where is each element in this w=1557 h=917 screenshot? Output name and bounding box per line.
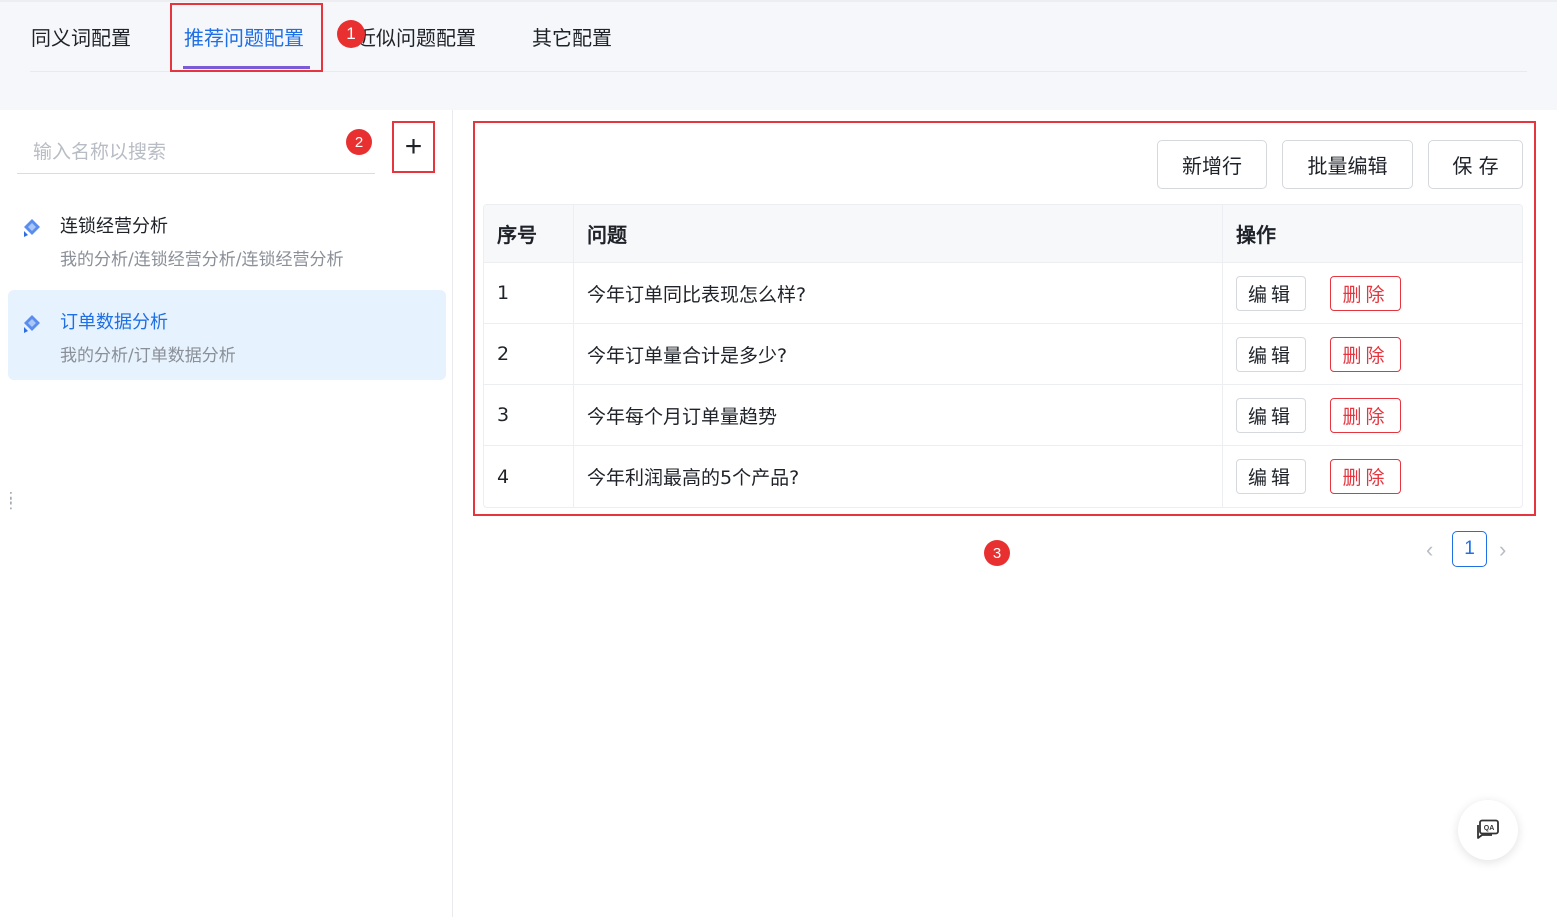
save-button[interactable]: 保 存 — [1428, 140, 1523, 189]
row-index: 2 — [484, 324, 574, 384]
list-item-selected[interactable]: 订单数据分析 我的分析/订单数据分析 — [8, 290, 446, 380]
qa-chat-icon: QA — [1477, 819, 1499, 839]
row-index: 4 — [484, 446, 574, 507]
question-table: 序号 问题 操作 1 今年订单同比表现怎么样? 编辑 删除 2 今年订单量合计是… — [483, 204, 1523, 508]
delete-button[interactable]: 删除 — [1330, 398, 1401, 433]
row-question: 今年利润最高的5个产品? — [574, 446, 1223, 507]
sidebar: + 连锁经营分析 我的分析/连锁经营分析/连锁经营分析 订单数据分析 我的分析/… — [2, 110, 453, 917]
delete-button[interactable]: 删除 — [1330, 459, 1401, 494]
search-input[interactable] — [17, 130, 375, 173]
diamond-chart-icon — [24, 315, 40, 333]
row-actions: 编辑 删除 — [1223, 385, 1522, 445]
add-button[interactable]: + — [392, 121, 435, 173]
list-item-title: 订单数据分析 — [60, 312, 168, 333]
list-item[interactable]: 连锁经营分析 我的分析/连锁经营分析/连锁经营分析 — [8, 194, 446, 284]
annotation-badge-2: 2 — [346, 129, 372, 155]
svg-text:QA: QA — [1484, 825, 1495, 832]
tab-synonym-config[interactable]: 同义词配置 — [31, 22, 131, 51]
delete-button[interactable]: 删除 — [1330, 276, 1401, 311]
row-question: 今年订单量合计是多少? — [574, 324, 1223, 384]
row-index: 1 — [484, 263, 574, 323]
tab-similar-question-config[interactable]: 近似问题配置 — [356, 22, 476, 51]
tab-other-config[interactable]: 其它配置 — [532, 22, 612, 51]
resize-handle-icon[interactable]: ⋮ ⋮ — [4, 491, 18, 511]
header-index: 序号 — [484, 205, 574, 262]
row-question: 今年每个月订单量趋势 — [574, 385, 1223, 445]
table-row: 4 今年利润最高的5个产品? 编辑 删除 — [484, 446, 1522, 507]
diamond-chart-icon — [24, 219, 40, 237]
annotation-badge-1: 1 — [337, 20, 365, 48]
header-question: 问题 — [574, 205, 1223, 262]
page-number-button[interactable]: 1 — [1452, 531, 1487, 567]
list-item-title: 连锁经营分析 — [60, 216, 168, 237]
edit-button[interactable]: 编辑 — [1236, 337, 1306, 372]
list-item-path: 我的分析/订单数据分析 — [60, 346, 236, 366]
header-actions: 操作 — [1236, 223, 1276, 247]
table-row: 1 今年订单同比表现怎么样? 编辑 删除 — [484, 263, 1522, 324]
row-index: 3 — [484, 385, 574, 445]
next-page-icon[interactable]: › — [1499, 537, 1506, 563]
row-actions: 编辑 删除 — [1223, 263, 1522, 323]
edit-button[interactable]: 编辑 — [1236, 459, 1306, 494]
row-question: 今年订单同比表现怎么样? — [574, 263, 1223, 323]
add-row-button[interactable]: 新增行 — [1157, 140, 1267, 189]
annotation-box-1 — [170, 3, 323, 72]
table-row: 2 今年订单量合计是多少? 编辑 删除 — [484, 324, 1522, 385]
qa-chat-button[interactable]: QA — [1458, 800, 1518, 860]
prev-page-icon[interactable]: ‹ — [1426, 537, 1433, 563]
delete-button[interactable]: 删除 — [1330, 337, 1401, 372]
table-header-row: 序号 问题 操作 — [484, 205, 1522, 263]
edit-button[interactable]: 编辑 — [1236, 276, 1306, 311]
annotation-badge-3: 3 — [984, 540, 1010, 566]
edit-button[interactable]: 编辑 — [1236, 398, 1306, 433]
table-row: 3 今年每个月订单量趋势 编辑 删除 — [484, 385, 1522, 446]
batch-edit-button[interactable]: 批量编辑 — [1282, 140, 1413, 189]
row-actions: 编辑 删除 — [1223, 324, 1522, 384]
row-actions: 编辑 删除 — [1223, 446, 1522, 507]
list-item-path: 我的分析/连锁经营分析/连锁经营分析 — [60, 250, 344, 270]
search-field-wrapper — [17, 130, 375, 174]
